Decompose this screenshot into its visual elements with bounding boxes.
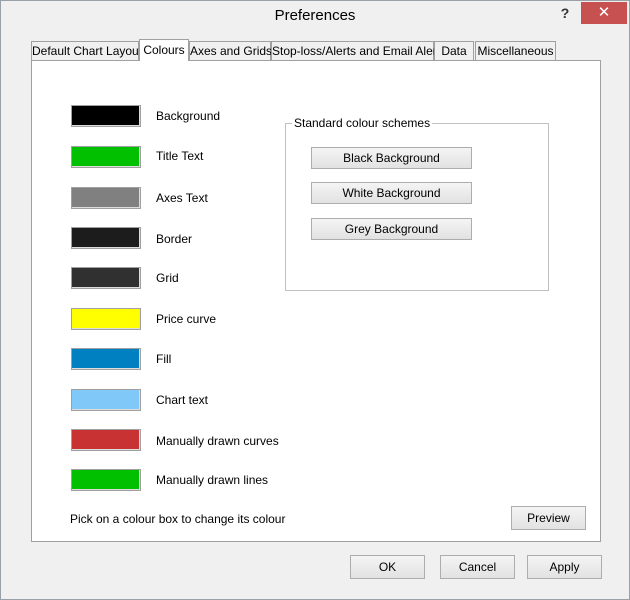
label-background: Background <box>156 109 221 123</box>
swatch-axes-text[interactable] <box>71 187 141 209</box>
label-title-text: Title Text <box>156 149 204 163</box>
label-axes-text: Axes Text <box>156 191 208 205</box>
swatch-grid[interactable] <box>71 267 141 289</box>
colour-schemes-group: Standard colour schemes Black Background… <box>285 116 549 291</box>
swatch-background[interactable] <box>71 105 141 127</box>
tab-stoploss-alerts[interactable]: Stop-loss/Alerts and Email Alerts <box>271 41 446 60</box>
tab-miscellaneous[interactable]: Miscellaneous <box>475 41 556 60</box>
swatch-title-text[interactable] <box>71 146 141 168</box>
label-fill: Fill <box>156 352 172 366</box>
grey-background-button[interactable]: Grey Background <box>311 218 472 240</box>
tab-axes-and-grids[interactable]: Axes and Grids <box>189 41 272 60</box>
label-manually-drawn-lines: Manually drawn lines <box>156 473 269 487</box>
label-price-curve: Price curve <box>156 312 217 326</box>
preview-button[interactable]: Preview <box>511 506 586 530</box>
close-button[interactable]: ✕ <box>581 2 627 24</box>
tab-data[interactable]: Data <box>434 41 474 60</box>
swatch-fill[interactable] <box>71 348 141 370</box>
swatch-manually-drawn-curves[interactable] <box>71 429 141 451</box>
swatch-border[interactable] <box>71 227 141 249</box>
apply-button[interactable]: Apply <box>527 555 602 579</box>
black-background-button[interactable]: Black Background <box>311 147 472 169</box>
label-manually-drawn-curves: Manually drawn curves <box>156 434 279 448</box>
colour-schemes-title: Standard colour schemes <box>292 116 433 130</box>
window-title: Preferences <box>274 7 356 24</box>
white-background-button[interactable]: White Background <box>311 182 472 204</box>
tab-colours[interactable]: Colours <box>139 39 189 61</box>
tab-default-chart-layout[interactable]: Default Chart Layout <box>31 41 142 60</box>
help-button[interactable]: ? <box>554 3 576 23</box>
close-icon: ✕ <box>597 4 611 21</box>
cancel-button[interactable]: Cancel <box>440 555 515 579</box>
title-bar: Preferences ? ✕ <box>1 1 629 33</box>
colours-panel: Background Title Text Axes Text Border G… <box>31 60 601 542</box>
swatch-price-curve[interactable] <box>71 308 141 330</box>
swatch-manually-drawn-lines[interactable] <box>71 469 141 491</box>
swatch-chart-text[interactable] <box>71 389 141 411</box>
label-border: Border <box>156 232 193 246</box>
label-chart-text: Chart text <box>156 393 209 407</box>
ok-button[interactable]: OK <box>350 555 425 579</box>
preferences-window: Preferences ? ✕ Default Chart Layout Col… <box>0 0 630 600</box>
colour-hint-text: Pick on a colour box to change its colou… <box>70 512 286 526</box>
label-grid: Grid <box>156 271 179 285</box>
